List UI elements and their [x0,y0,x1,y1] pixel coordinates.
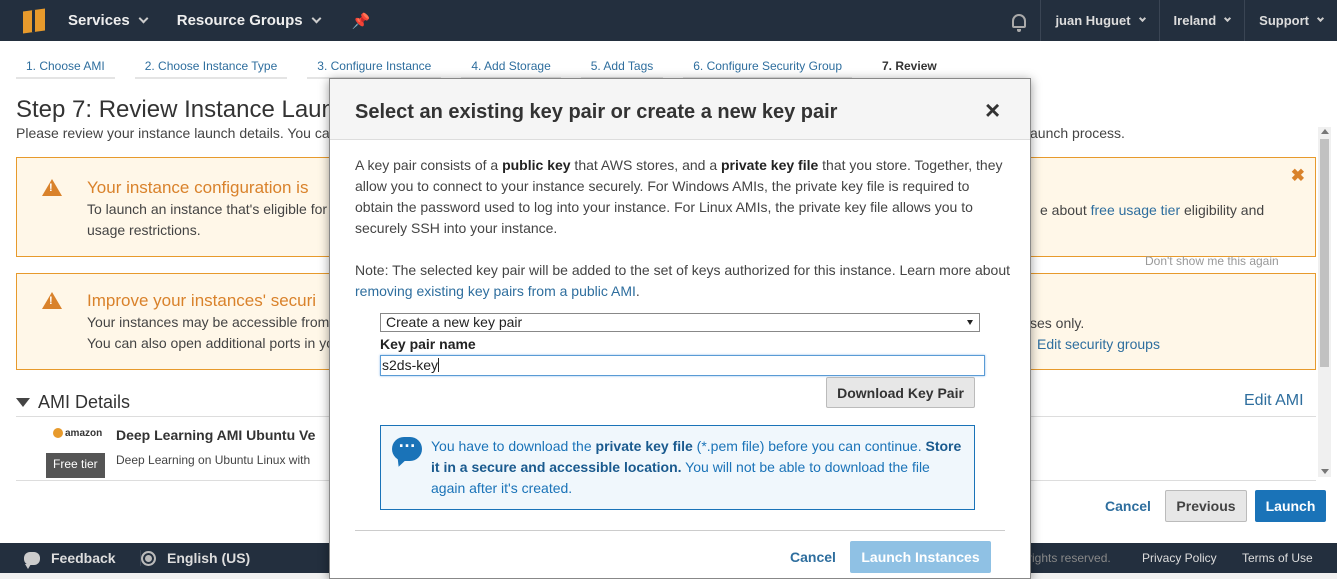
key-pair-name-input[interactable]: s2ds-key [380,355,985,376]
dialog-title: Select an existing key pair or create a … [355,101,838,123]
pin-icon[interactable]: 📌 [352,12,371,30]
text: You have to download the [431,438,596,454]
services-menu[interactable]: Services [68,12,149,29]
key-pair-note: Note: The selected key pair will be adde… [355,260,1010,302]
chevron-down-icon [1224,14,1232,23]
key-pair-name-label: Key pair name [380,336,476,352]
notifications-bell-icon[interactable] [998,0,1040,41]
divider [355,530,1005,531]
download-key-pair-button[interactable]: Download Key Pair [826,377,975,408]
user-menu[interactable]: juan Huguet [1040,0,1158,41]
key-pair-description: A key pair consists of a public key that… [355,155,1010,239]
region-label: Ireland [1173,13,1217,28]
resource-groups-label: Resource Groups [176,12,303,29]
chevron-down-icon [311,13,322,24]
text: . [635,283,640,299]
text-bold: public key [502,157,571,173]
text: Note: The selected key pair will be adde… [355,262,1011,278]
region-menu[interactable]: Ireland [1158,0,1245,41]
support-label: Support [1259,13,1309,28]
services-label: Services [68,12,130,29]
chevron-down-icon [1138,14,1146,23]
user-name: juan Huguet [1055,13,1131,28]
support-menu[interactable]: Support [1244,0,1337,41]
aws-logo-icon[interactable] [0,0,68,41]
text-bold: private key file [595,438,693,454]
dialog-header: Select an existing key pair or create a … [330,79,1030,140]
dropdown-arrow-icon [967,320,973,325]
text-caret [438,358,440,372]
dialog-cancel-button[interactable]: Cancel [790,549,836,565]
launch-instances-button[interactable]: Launch Instances [850,541,991,573]
input-value: s2ds-key [382,357,439,373]
download-info-box: You have to download the private key fil… [380,425,975,510]
text: (*.pem file) before you can continue. [692,438,926,454]
text: that AWS stores, and a [570,157,721,173]
select-value: Create a new key pair [386,314,523,330]
chevron-down-icon [138,13,149,24]
info-text: You have to download the private key fil… [431,436,966,499]
chat-bubble-icon [392,431,422,461]
close-icon[interactable]: × [985,97,1000,123]
key-pair-dialog: Select an existing key pair or create a … [329,78,1031,579]
text-bold: private key file [721,157,819,173]
top-nav: Services Resource Groups 📌 juan Huguet I… [0,0,1337,41]
resource-groups-menu[interactable]: Resource Groups [176,12,322,29]
text: A key pair consists of a [355,157,503,173]
key-pair-option-select[interactable]: Create a new key pair [380,313,980,332]
removing-key-pairs-link[interactable]: removing existing key pairs from a publi… [355,283,636,299]
chevron-down-icon [1316,14,1325,23]
